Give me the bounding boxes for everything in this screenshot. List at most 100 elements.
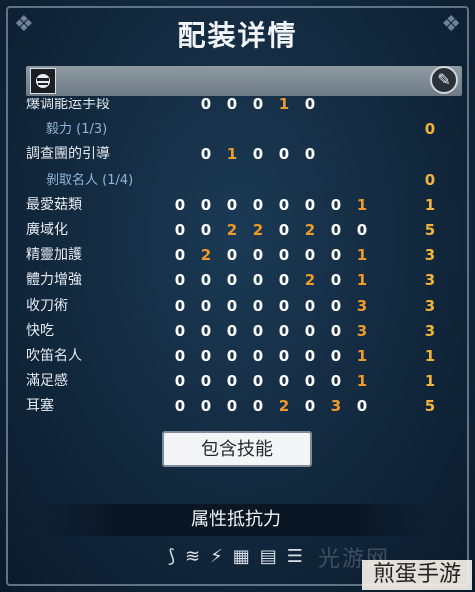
skill-name: 調查團的引導 xyxy=(26,146,110,163)
page-title: 配装详情 xyxy=(177,19,298,52)
skill-total: 5 xyxy=(424,221,436,239)
skill-level-cell: 1 xyxy=(356,347,368,365)
skill-level-cell: 0 xyxy=(356,397,368,416)
skill-total: 5 xyxy=(424,397,436,416)
skill-level-cell: 3 xyxy=(356,321,368,340)
skill-level-cell: 0 xyxy=(278,246,290,265)
skill-level-cell: 0 xyxy=(174,347,186,365)
skill-name: 快吃 xyxy=(26,322,54,339)
skill-total: 3 xyxy=(424,246,436,265)
skill-row[interactable]: 吹笛名人 0 0 0 0 0 0 0 1 1 xyxy=(26,344,462,369)
skill-subrow[interactable]: 毅力 (1/3) 0 xyxy=(26,117,462,142)
skill-level-cell: 2 xyxy=(226,221,238,239)
skill-level-cell: 1 xyxy=(356,246,368,265)
palico-icon xyxy=(36,74,50,88)
skill-name: 毅力 (1/3) xyxy=(46,122,108,138)
skill-level-cell: 0 xyxy=(200,347,212,365)
skill-name: 吹笛名人 xyxy=(26,348,82,364)
skill-row[interactable]: 滿足感 0 0 0 0 0 0 0 1 1 xyxy=(26,369,462,394)
skill-level-cell: 0 xyxy=(174,321,186,340)
skill-level-cell: 2 xyxy=(304,221,316,239)
skill-level-cell: 0 xyxy=(252,397,264,416)
pencil-icon: ✎ xyxy=(437,70,451,89)
skill-level-cell: 0 xyxy=(200,397,212,416)
skill-level-cell: 0 xyxy=(330,246,342,265)
thunder-icon: ⚡ xyxy=(210,546,223,567)
skill-level-cell: 0 xyxy=(278,296,290,315)
skill-level-cell: 0 xyxy=(226,98,238,113)
skill-level-cell: 1 xyxy=(226,145,238,164)
skill-level-cell: 0 xyxy=(226,246,238,265)
skill-level-cell: 0 xyxy=(330,221,342,239)
skill-level-cell: 0 xyxy=(252,145,264,164)
skill-total: 1 xyxy=(424,347,436,365)
include-skills-button[interactable]: 包含技能 xyxy=(162,431,312,467)
skill-level-cell: 0 xyxy=(200,145,212,164)
skill-level-cell: 0 xyxy=(304,347,316,365)
watermark: 煎蛋手游 xyxy=(362,560,472,590)
skill-level-cell: 0 xyxy=(200,221,212,239)
skill-level-cell: 0 xyxy=(200,372,212,391)
skill-level-cell: 0 xyxy=(226,195,238,214)
skill-level-cell: 0 xyxy=(330,271,342,290)
skill-total: 1 xyxy=(424,372,436,391)
skill-level-cell: 0 xyxy=(304,372,316,391)
skill-row[interactable]: 精靈加護 0 2 0 0 0 0 0 1 3 xyxy=(26,243,462,268)
skill-level-cell: 0 xyxy=(330,195,342,214)
skill-row[interactable]: 最愛菇類 0 0 0 0 0 0 0 1 1 xyxy=(26,193,462,218)
skill-name: 體力增強 xyxy=(26,272,82,289)
skill-level-cell: 0 xyxy=(252,195,264,214)
skill-level-cell: 0 xyxy=(174,296,186,315)
skill-level-cell: 0 xyxy=(304,98,316,113)
skill-level-cell: 1 xyxy=(356,195,368,214)
skill-table[interactable]: 爆调能运手段 0 0 0 1 0 毅力 (1/3) 0 調查團的引導 0 1 0 0 0 剝取名人 (1/4… xyxy=(26,98,462,420)
element-icon-row: ⟆ ≋ ⚡ ▦ ▤ ☰ xyxy=(168,542,303,572)
skill-level-cell: 0 xyxy=(226,347,238,365)
skill-level-cell: 0 xyxy=(174,221,186,239)
skill-level-cell: 0 xyxy=(304,296,316,315)
skill-level-cell: 1 xyxy=(356,372,368,391)
skill-level-cell: 0 xyxy=(304,397,316,416)
skill-subrow[interactable]: 剝取名人 (1/4) 0 xyxy=(26,168,462,193)
skill-level-cell: 0 xyxy=(174,195,186,214)
skill-level-cell: 3 xyxy=(356,296,368,315)
skill-level-cell: 1 xyxy=(278,98,290,113)
skill-level-cell: 0 xyxy=(252,347,264,365)
skill-level-cell: 3 xyxy=(330,397,342,416)
skill-level-cell: 0 xyxy=(226,372,238,391)
skill-row[interactable]: 耳塞 0 0 0 0 2 0 3 0 5 xyxy=(26,394,462,419)
skill-total: 0 xyxy=(424,170,436,189)
skill-level-cell: 0 xyxy=(174,271,186,290)
skill-level-cell: 0 xyxy=(252,246,264,265)
skill-level-cell: 2 xyxy=(200,246,212,265)
skill-level-cell: 0 xyxy=(278,221,290,239)
skill-row[interactable]: 調查團的引導 0 1 0 0 0 xyxy=(26,142,462,167)
ice-icon: ▦ xyxy=(232,546,250,567)
skill-level-cell: 0 xyxy=(278,347,290,365)
skill-level-cell: 0 xyxy=(278,321,290,340)
edit-button[interactable]: ✎ xyxy=(430,66,458,94)
skill-row[interactable]: 快吃 0 0 0 0 0 0 0 3 3 xyxy=(26,319,462,344)
skill-total: 3 xyxy=(424,296,436,315)
skill-row[interactable]: 廣域化 0 0 2 2 0 2 0 0 5 xyxy=(26,218,462,243)
skill-level-cell: 0 xyxy=(200,296,212,315)
skill-name: 滿足感 xyxy=(26,373,68,390)
skill-row[interactable]: 爆调能运手段 0 0 0 1 0 xyxy=(26,98,462,117)
skill-level-cell: 0 xyxy=(226,321,238,340)
skill-total: 3 xyxy=(424,271,436,290)
skill-row[interactable]: 收刀術 0 0 0 0 0 0 0 3 3 xyxy=(26,294,462,319)
skill-row[interactable]: 體力增強 0 0 0 0 0 2 0 1 3 xyxy=(26,268,462,293)
skill-level-cell: 0 xyxy=(252,321,264,340)
skill-name: 精靈加護 xyxy=(26,247,82,264)
skill-level-cell: 0 xyxy=(330,347,342,365)
skill-name: 耳塞 xyxy=(26,398,54,415)
avatar xyxy=(30,68,56,94)
skill-name: 收刀術 xyxy=(26,297,68,314)
skill-level-cell: 0 xyxy=(330,372,342,391)
skill-level-cell: 2 xyxy=(278,397,290,416)
skill-level-cell: 0 xyxy=(356,221,368,239)
skill-level-cell: 0 xyxy=(200,271,212,290)
skill-name: 剝取名人 (1/4) xyxy=(46,172,134,188)
section-title: 属性抵抗力 xyxy=(36,504,436,536)
skill-total: 3 xyxy=(424,321,436,340)
